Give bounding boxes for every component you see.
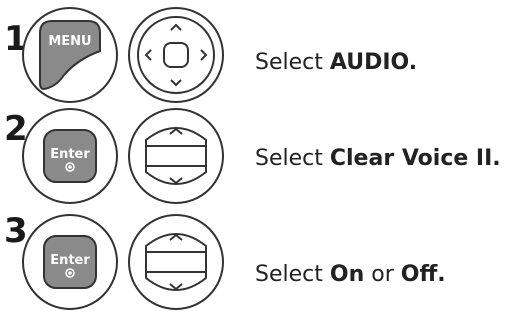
enter-key-label: Enter — [50, 147, 90, 162]
four-way-nav-pad-icon[interactable] — [124, 3, 228, 107]
instruction-text: Select On or Off. — [255, 264, 446, 286]
instruction-prefix: Select — [255, 50, 323, 75]
instruction-prefix: Select — [255, 262, 323, 287]
instruction-target: AUDIO. — [329, 50, 418, 75]
step-3: 3 Enter Select On or Off. — [0, 210, 511, 316]
menu-key-label: MENU — [48, 34, 91, 49]
step-1: 1 MENU Select AUDIO. — [0, 0, 511, 106]
enter-key-icon[interactable]: Enter — [18, 210, 122, 314]
instruction-option-off: Off. — [400, 262, 446, 287]
menu-key-icon[interactable]: MENU — [18, 3, 122, 107]
instruction-prefix: Select — [255, 146, 323, 171]
instruction-text: Select AUDIO. — [255, 52, 417, 74]
up-down-nav-pad-icon[interactable] — [124, 210, 228, 314]
step-2: 2 Enter Select Clear Voice II. — [0, 104, 511, 210]
instruction-connector: or — [371, 262, 394, 287]
enter-key-icon[interactable]: Enter — [18, 104, 122, 208]
up-down-nav-pad-icon[interactable] — [124, 104, 228, 208]
instruction-option-on: On — [329, 262, 365, 287]
instruction-target: Clear Voice II. — [329, 146, 501, 171]
enter-key-label: Enter — [50, 253, 90, 268]
instruction-text: Select Clear Voice II. — [255, 148, 501, 170]
